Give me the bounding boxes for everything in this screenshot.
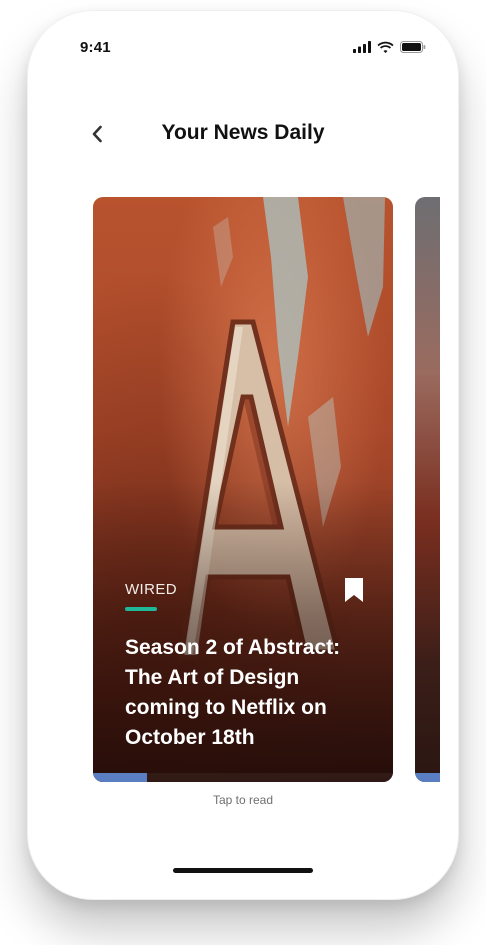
status-time: 9:41 [80,39,111,56]
news-card[interactable]: WIRED Season 2 of Abstract: The Art of D… [93,197,393,782]
status-icons [353,41,426,53]
source-underline [125,607,157,611]
card-source: WIRED [125,581,177,598]
battery-icon [400,41,426,53]
next-card-progress-bar [415,773,440,782]
reading-progress-bar [93,773,147,782]
next-news-card-peek[interactable] [415,197,440,782]
app-screen: 9:41 Your News Daily WIRED Season 2 of A… [46,25,440,882]
page-title: Your News Daily [161,121,325,144]
home-indicator[interactable] [173,868,313,873]
nav-bar: Your News Daily [46,117,440,157]
tap-to-read-hint: Tap to read [212,793,274,807]
bookmark-icon[interactable] [345,578,363,602]
card-headline: Season 2 of Abstract: The Art of Design … [125,636,341,749]
wifi-icon [377,41,394,53]
signal-icon [353,41,371,53]
